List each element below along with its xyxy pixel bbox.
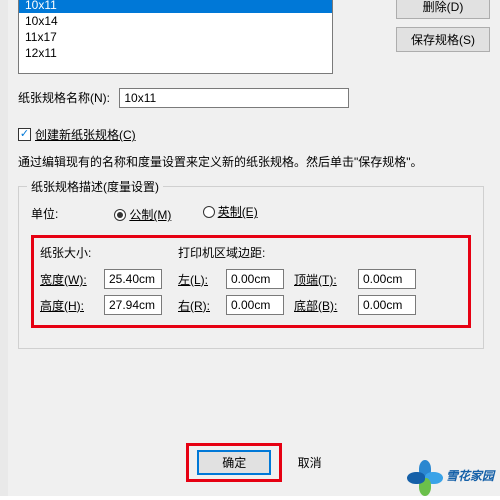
instruction-text: 通过编辑现有的名称和度量设置来定义新的纸张规格。然后单击"保存规格"。 xyxy=(18,153,438,172)
bottom-label: 底部(B): xyxy=(294,297,350,314)
height-label: 高度(H): xyxy=(40,297,96,314)
check-icon: ✓ xyxy=(18,128,31,141)
list-item[interactable]: 11x17 xyxy=(19,29,332,45)
units-label: 单位: xyxy=(31,205,111,222)
left-label: 左(L): xyxy=(178,271,218,288)
imperial-radio[interactable]: 英制(E) xyxy=(203,203,258,220)
width-input[interactable]: 25.40cm xyxy=(104,269,162,289)
list-item[interactable]: 10x11 xyxy=(19,0,332,13)
snowflake-icon xyxy=(410,460,440,490)
ok-button[interactable]: 确定 xyxy=(197,450,271,475)
ok-highlight: 确定 xyxy=(186,443,282,482)
save-spec-button[interactable]: 保存规格(S) xyxy=(396,27,490,52)
width-label: 宽度(W): xyxy=(40,271,96,288)
list-item[interactable]: 12x11 xyxy=(19,45,332,61)
left-input[interactable]: 0.00cm xyxy=(226,269,284,289)
list-item[interactable]: 10x14 xyxy=(19,13,332,29)
delete-button[interactable]: 删除(D) xyxy=(396,0,490,19)
create-new-checkbox[interactable]: ✓ 创建新纸张规格(C) xyxy=(18,126,136,143)
fieldset-legend: 纸张规格描述(度量设置) xyxy=(27,178,163,195)
bottom-input[interactable]: 0.00cm xyxy=(358,295,416,315)
watermark: 雪花家园 xyxy=(410,460,494,490)
top-label: 顶端(T): xyxy=(294,271,350,288)
highlighted-region: 纸张大小: 打印机区域边距: 宽度(W): 25.40cm 左(L): 0.00… xyxy=(31,235,471,328)
margin-heading: 打印机区域边距: xyxy=(178,244,418,261)
radio-icon xyxy=(203,206,215,218)
cancel-button[interactable]: 取消 xyxy=(298,454,322,471)
name-input[interactable]: 10x11 xyxy=(119,88,349,108)
top-input[interactable]: 0.00cm xyxy=(358,269,416,289)
right-label: 右(R): xyxy=(178,297,218,314)
height-input[interactable]: 27.94cm xyxy=(104,295,162,315)
create-new-label: 创建新纸张规格(C) xyxy=(35,126,136,143)
spec-fieldset: 纸张规格描述(度量设置) 单位: 公制(M) 英制(E) 纸张大小: 打印机区域… xyxy=(18,186,484,349)
paper-size-list[interactable]: 10x11 10x14 11x17 12x11 xyxy=(18,0,333,74)
watermark-text: 雪花家园 xyxy=(446,467,494,484)
name-label: 纸张规格名称(N): xyxy=(18,89,110,106)
right-input[interactable]: 0.00cm xyxy=(226,295,284,315)
size-heading: 纸张大小: xyxy=(40,244,170,261)
radio-icon xyxy=(114,209,126,221)
metric-radio[interactable]: 公制(M) xyxy=(114,206,171,223)
